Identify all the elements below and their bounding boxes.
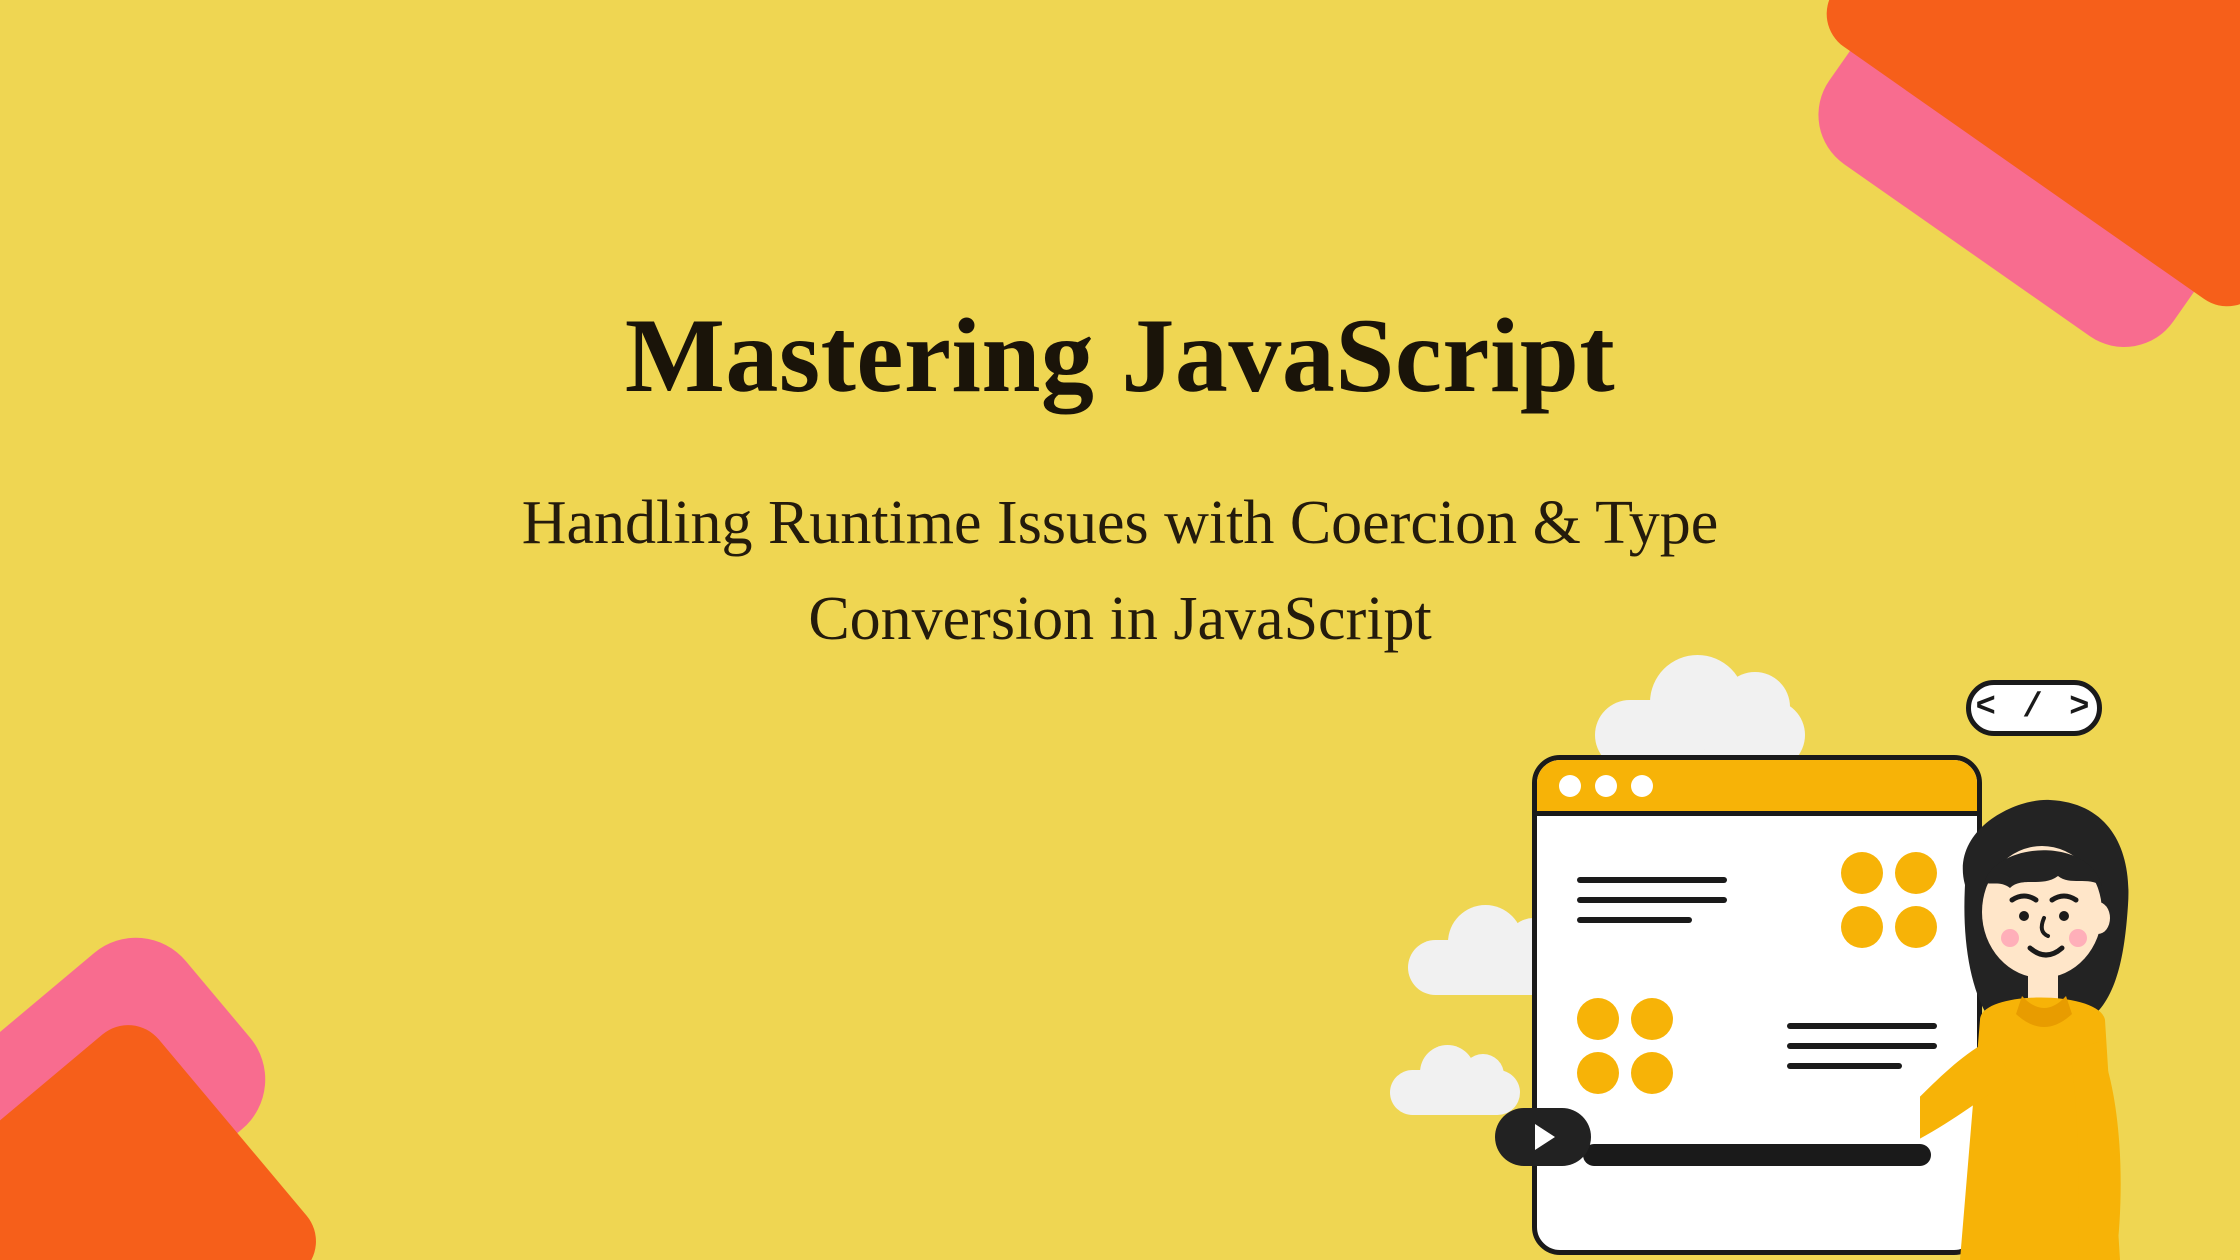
subtitle-line-1: Handling Runtime Issues with Coercion & … (522, 489, 1719, 557)
orange-shape (0, 1009, 332, 1260)
orange-shape (1811, 0, 2240, 322)
dot-grid-graphic (1841, 852, 1937, 948)
text-lines-graphic (1787, 1023, 1937, 1069)
person-illustration (1920, 790, 2160, 1260)
content-row (1577, 852, 1937, 948)
decoration-top-right (1790, 0, 2240, 340)
text-lines-graphic (1577, 877, 1727, 923)
slide-subtitle: Handling Runtime Issues with Coercion & … (0, 475, 2240, 667)
window-control-dot (1631, 775, 1653, 797)
cloud-icon (1408, 940, 1578, 995)
content-row (1577, 998, 1937, 1094)
browser-body (1537, 816, 1977, 1196)
window-control-dot (1559, 775, 1581, 797)
browser-titlebar (1537, 760, 1977, 816)
dot-grid-graphic (1577, 998, 1673, 1094)
pink-shape (0, 911, 292, 1260)
decoration-bottom-left (0, 900, 360, 1260)
progress-bar-graphic (1583, 1144, 1931, 1166)
slide-title: Mastering JavaScript (0, 295, 2240, 417)
browser-window-graphic (1532, 755, 1982, 1255)
subtitle-line-2: Conversion in JavaScript (808, 585, 1431, 653)
illustration: < / > (1390, 640, 2160, 1260)
window-control-dot (1595, 775, 1617, 797)
cloud-icon (1390, 1070, 1520, 1115)
code-tag-badge: < / > (1966, 680, 2102, 736)
headline-block: Mastering JavaScript Handling Runtime Is… (0, 295, 2240, 667)
play-button-icon (1495, 1108, 1591, 1166)
cloud-icon (1595, 700, 1805, 770)
